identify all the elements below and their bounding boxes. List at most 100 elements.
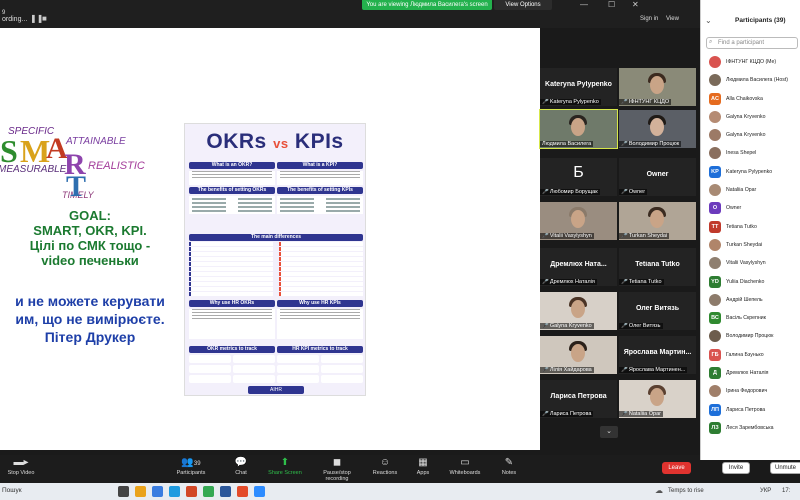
video-tile[interactable]: Олег Витязь 🎤Олег Витязь	[619, 292, 696, 330]
aihr-brand: AIHR	[248, 386, 304, 394]
video-tile[interactable]: Дремлюх Ната... 🎤Дремлюх Наталія	[540, 248, 617, 286]
participant-row[interactable]: Galyna Kryvenko	[701, 126, 800, 144]
stop-icon[interactable]: ■	[42, 14, 47, 23]
notes-button[interactable]: ✎ Notes	[484, 457, 534, 476]
close-icon[interactable]: ✕	[632, 0, 639, 9]
participant-row[interactable]: Galyna Kryvenko	[701, 108, 800, 126]
participant-name: Yuliia Diachenko	[726, 278, 765, 285]
meeting-toolbar: ▬▸ Stop Video 👥39 Participants 💬 Chat ⬆ Shar…	[0, 455, 700, 483]
participant-name: Inesa Shepel	[726, 150, 757, 157]
participant-row[interactable]: Володимир Процюк	[701, 327, 800, 345]
participant-row[interactable]: Д Дремлюх Наталія	[701, 364, 800, 382]
task-view-icon[interactable]	[118, 486, 129, 497]
share-screen-icon: ⬆	[280, 457, 290, 468]
avatar: AC	[709, 92, 721, 105]
unmute-me-button[interactable]: Unmute	[770, 462, 800, 474]
participant-row[interactable]: ГБ Галина Бзунько	[701, 346, 800, 364]
participant-row[interactable]: YD Yuliia Diachenko	[701, 273, 800, 291]
video-tile[interactable]: 🎤Володимир Процюк	[619, 110, 696, 148]
stop-video-button[interactable]: ▬▸ Stop Video	[0, 457, 46, 476]
whiteboards-button[interactable]: ▭ Whiteboards	[440, 457, 490, 476]
participant-row[interactable]: ІФНТУНГ КЦДО (Me)	[701, 53, 800, 71]
participant-row[interactable]: AC Alla Chaikovska	[701, 90, 800, 108]
participant-row[interactable]: TT Tetiana Tutko	[701, 218, 800, 236]
video-tile[interactable]: Ярослава Мартин... 🎤Ярослава Мартинен...	[619, 336, 696, 374]
clock[interactable]: 17:	[782, 488, 790, 494]
participant-name: Turkan Sheydai	[726, 241, 763, 248]
telegram-icon[interactable]	[169, 486, 180, 497]
minimize-icon[interactable]: —	[580, 0, 588, 9]
participant-row[interactable]: Ірина Федорович	[701, 382, 800, 400]
participant-row[interactable]: ЛП Лариса Петрова	[701, 401, 800, 419]
participant-row[interactable]: ВС Васіль Скрепник	[701, 309, 800, 327]
avatar	[709, 238, 721, 251]
taskbar-app-icons	[118, 486, 265, 497]
video-tile[interactable]: Owner 🎤Owner	[619, 158, 696, 196]
video-tile[interactable]: 🎤ІФНТУНГ КЦДО	[619, 68, 696, 106]
participants-button[interactable]: 👥39 Participants	[166, 457, 216, 476]
infographic-title: OKRs vs KPIs	[206, 130, 344, 153]
view-options-button[interactable]: View Options	[494, 0, 552, 10]
benefits-kpi-header: The benefits of setting KPIs	[277, 187, 363, 194]
chevron-down-icon[interactable]: ⌄	[600, 426, 618, 438]
language-indicator[interactable]: УКР	[760, 488, 771, 494]
video-tile[interactable]: Tetiana Tutko 🎤Tetiana Tutko	[619, 248, 696, 286]
participant-name: Tetiana Tutko	[726, 223, 757, 230]
kpi-metrics-header: HR KPI metrics to track	[277, 346, 363, 353]
avatar	[709, 74, 721, 87]
share-screen-button[interactable]: ⬆ Share Screen	[260, 457, 310, 476]
recording-indicator[interactable]: ording...	[2, 16, 27, 23]
participant-row[interactable]: Nataliia Opar	[701, 181, 800, 199]
participant-search-input[interactable]: Find a participant	[706, 37, 798, 49]
participant-row[interactable]: KP Kateryna Pylypenko	[701, 163, 800, 181]
maximize-icon[interactable]: ☐	[608, 0, 615, 9]
video-tile[interactable]: Kateryna Pylypenko 🎤Kateryna Pylypenko	[540, 68, 617, 106]
participant-row[interactable]: O Owner	[701, 199, 800, 217]
video-tile-active-speaker[interactable]: Людмила Василега	[539, 109, 618, 149]
notes-icon: ✎	[504, 457, 514, 468]
chevron-down-icon[interactable]: ⌄	[705, 16, 712, 25]
participant-name: Vitalii Vasylyshyn	[726, 260, 766, 267]
avatar: YD	[709, 275, 721, 288]
participant-row[interactable]: Vitalii Vasylyshyn	[701, 254, 800, 272]
smart-letter-t: T	[66, 170, 86, 203]
office-icon[interactable]	[186, 486, 197, 497]
zoom-icon[interactable]	[254, 486, 265, 497]
leave-button[interactable]: Leave	[662, 462, 691, 474]
taskbar-search[interactable]: Пошук	[2, 487, 22, 494]
avatar	[709, 56, 721, 68]
pause-recording-button[interactable]: ◼ Pause/stop recording	[312, 457, 362, 482]
smart-logo: SPECIFIC ATTAINABLE MEASURABLE REALISTIC…	[0, 126, 145, 203]
okr-metrics-header: OKR metrics to track	[189, 346, 275, 353]
video-tile[interactable]: 🎤Nataliia Opar	[619, 380, 696, 418]
participant-row[interactable]: Turkan Sheydai	[701, 236, 800, 254]
video-tile[interactable]: 🎤Galyna Kryvenko	[540, 292, 617, 330]
chat-button[interactable]: 💬 Chat	[216, 457, 266, 476]
participant-name: Людмила Василега (Host)	[726, 77, 788, 84]
avatar: ЛЗ	[709, 421, 721, 434]
invite-button[interactable]: Invite	[722, 462, 750, 474]
view-button[interactable]: View	[666, 16, 679, 22]
participant-list: ІФНТУНГ КЦДО (Me) Людмила Василега (Host)…	[701, 53, 800, 437]
os-taskbar: Пошук ☁ Temps to rise УКР 17:	[0, 483, 800, 500]
weather-text[interactable]: Temps to rise	[668, 488, 704, 494]
video-tile[interactable]: 🎤Лілія Хайдарова	[540, 336, 617, 374]
app-icon[interactable]	[237, 486, 248, 497]
video-tile[interactable]: Лариса Петрова 🎤Лариса Петрова	[540, 380, 617, 418]
sign-in-link[interactable]: Sign in	[640, 16, 658, 22]
chrome-icon[interactable]	[203, 486, 214, 497]
participant-name: Nataliia Opar	[726, 187, 757, 194]
file-explorer-icon[interactable]	[135, 486, 146, 497]
avatar: Д	[709, 367, 721, 380]
video-tile[interactable]: Б 🎤Любомир Борущак	[540, 158, 617, 196]
avatar	[709, 330, 721, 343]
video-tile[interactable]: 🎤Vitalii Vasylyshyn	[540, 202, 617, 240]
participant-row[interactable]: ЛЗ Леся Зарембовська	[701, 419, 800, 437]
weather-icon[interactable]: ☁	[655, 486, 663, 495]
word-icon[interactable]	[220, 486, 231, 497]
participant-row[interactable]: Людмила Василега (Host)	[701, 71, 800, 89]
video-tile[interactable]: 🎤Turkan Sheydai	[619, 202, 696, 240]
participant-row[interactable]: Inesa Shepel	[701, 144, 800, 162]
participant-row[interactable]: Андрій Шепель	[701, 291, 800, 309]
edge-icon[interactable]	[152, 486, 163, 497]
